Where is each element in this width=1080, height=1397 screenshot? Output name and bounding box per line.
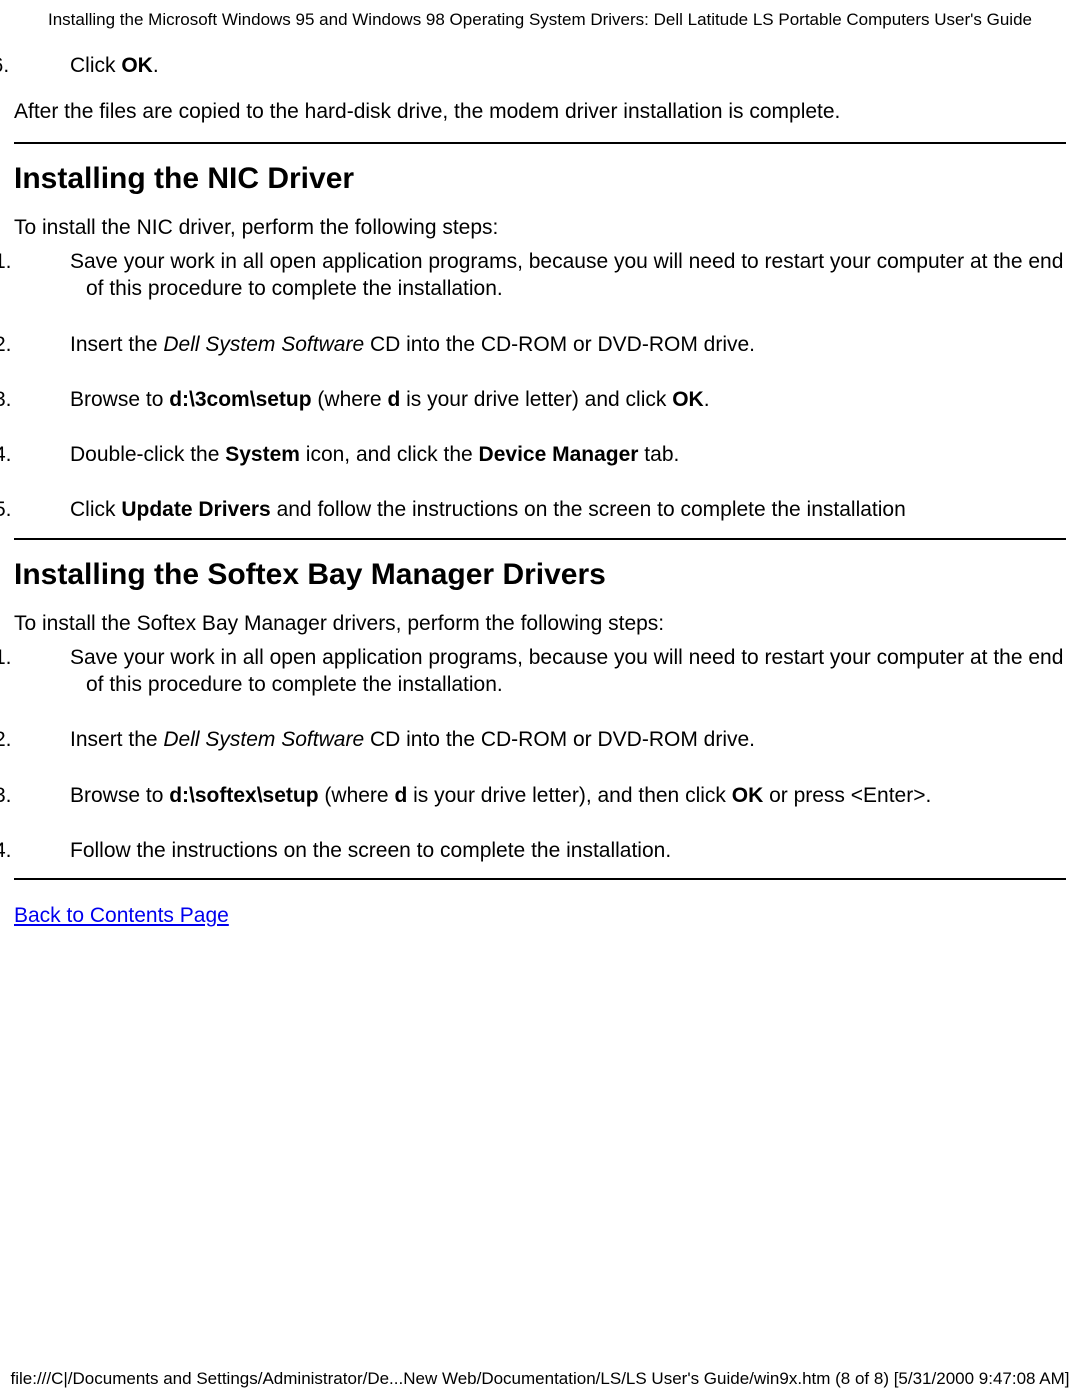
step-text: is your drive letter), and then click	[407, 784, 731, 807]
step-text: icon, and click the	[300, 443, 479, 466]
step-text: and follow the instructions on the scree…	[271, 498, 906, 521]
list-item: 4.Double-click the System icon, and clic…	[52, 441, 1066, 468]
divider	[14, 142, 1066, 144]
list-item: 2.Insert the Dell System Software CD int…	[52, 726, 1066, 753]
step-text: CD into the CD-ROM or DVD-ROM drive.	[364, 333, 755, 356]
step-text: Double-click the	[70, 443, 225, 466]
list-item: 2.Insert the Dell System Software CD int…	[52, 331, 1066, 358]
step-text-bold: d:\softex\setup	[169, 784, 318, 807]
softex-intro: To install the Softex Bay Manager driver…	[14, 612, 1066, 636]
list-item: 4.Follow the instructions on the screen …	[52, 837, 1066, 864]
softex-heading: Installing the Softex Bay Manager Driver…	[14, 558, 1066, 592]
step-text: Browse to	[70, 784, 169, 807]
step-text: Save your work in all open application p…	[70, 646, 1063, 696]
step-text-bold: Device Manager	[479, 443, 639, 466]
nic-steps: 1.Save your work in all open application…	[14, 248, 1066, 524]
step-num: 2.	[40, 331, 70, 358]
list-item: 3.Browse to d:\3com\setup (where d is yo…	[52, 386, 1066, 413]
step-text: Insert the	[70, 728, 163, 751]
step-text-suffix: .	[153, 54, 159, 77]
back-to-contents-link[interactable]: Back to Contents Page	[14, 904, 229, 928]
step-text: Browse to	[70, 388, 169, 411]
step-text: .	[704, 388, 710, 411]
step-text: is your drive letter) and click	[400, 388, 672, 411]
page-header-title: Installing the Microsoft Windows 95 and …	[0, 0, 1080, 36]
step-text-prefix: Click	[70, 54, 121, 77]
step-text: CD into the CD-ROM or DVD-ROM drive.	[364, 728, 755, 751]
step-num: 2.	[40, 726, 70, 753]
step-text: (where	[319, 784, 395, 807]
divider	[14, 878, 1066, 880]
list-item: 1.Save your work in all open application…	[52, 644, 1066, 699]
step-num: 1.	[40, 644, 70, 671]
after-copy-paragraph: After the files are copied to the hard-d…	[14, 100, 1066, 124]
step-text: Save your work in all open application p…	[70, 250, 1063, 300]
step-text: tab.	[638, 443, 679, 466]
step-text: Follow the instructions on the screen to…	[70, 839, 671, 862]
step-text-italic: Dell System Software	[163, 333, 364, 356]
step-text-bold: OK	[732, 784, 764, 807]
footer-path: file:///C|/Documents and Settings/Admini…	[0, 1369, 1080, 1389]
content: 16.Click OK. After the files are copied …	[0, 54, 1080, 928]
step-num: 3.	[40, 386, 70, 413]
step-text-bold: d	[387, 388, 400, 411]
step-text: or press <Enter>.	[763, 784, 931, 807]
step-num: 16.	[30, 54, 70, 78]
step-16-list: 16.Click OK.	[14, 54, 1066, 78]
step-text: Insert the	[70, 333, 163, 356]
step-num: 4.	[40, 837, 70, 864]
list-item: 5.Click Update Drivers and follow the in…	[52, 496, 1066, 523]
step-num: 3.	[40, 782, 70, 809]
step-num: 1.	[40, 248, 70, 275]
step-text-bold: OK	[121, 54, 153, 77]
step-text-bold: System	[225, 443, 300, 466]
list-item: 1.Save your work in all open application…	[52, 248, 1066, 303]
softex-steps: 1.Save your work in all open application…	[14, 644, 1066, 864]
divider	[14, 538, 1066, 540]
step-text: Click	[70, 498, 121, 521]
step-text-bold: Update Drivers	[121, 498, 270, 521]
nic-heading: Installing the NIC Driver	[14, 162, 1066, 196]
list-item: 3.Browse to d:\softex\setup (where d is …	[52, 782, 1066, 809]
step-text-bold: d	[394, 784, 407, 807]
step-text-bold: d:\3com\setup	[169, 388, 311, 411]
step-text-italic: Dell System Software	[163, 728, 364, 751]
step-num: 5.	[40, 496, 70, 523]
step-num: 4.	[40, 441, 70, 468]
step-text: (where	[312, 388, 388, 411]
step-text-bold: OK	[672, 388, 704, 411]
step-16-item: 16.Click OK.	[52, 54, 1066, 78]
nic-intro: To install the NIC driver, perform the f…	[14, 216, 1066, 240]
